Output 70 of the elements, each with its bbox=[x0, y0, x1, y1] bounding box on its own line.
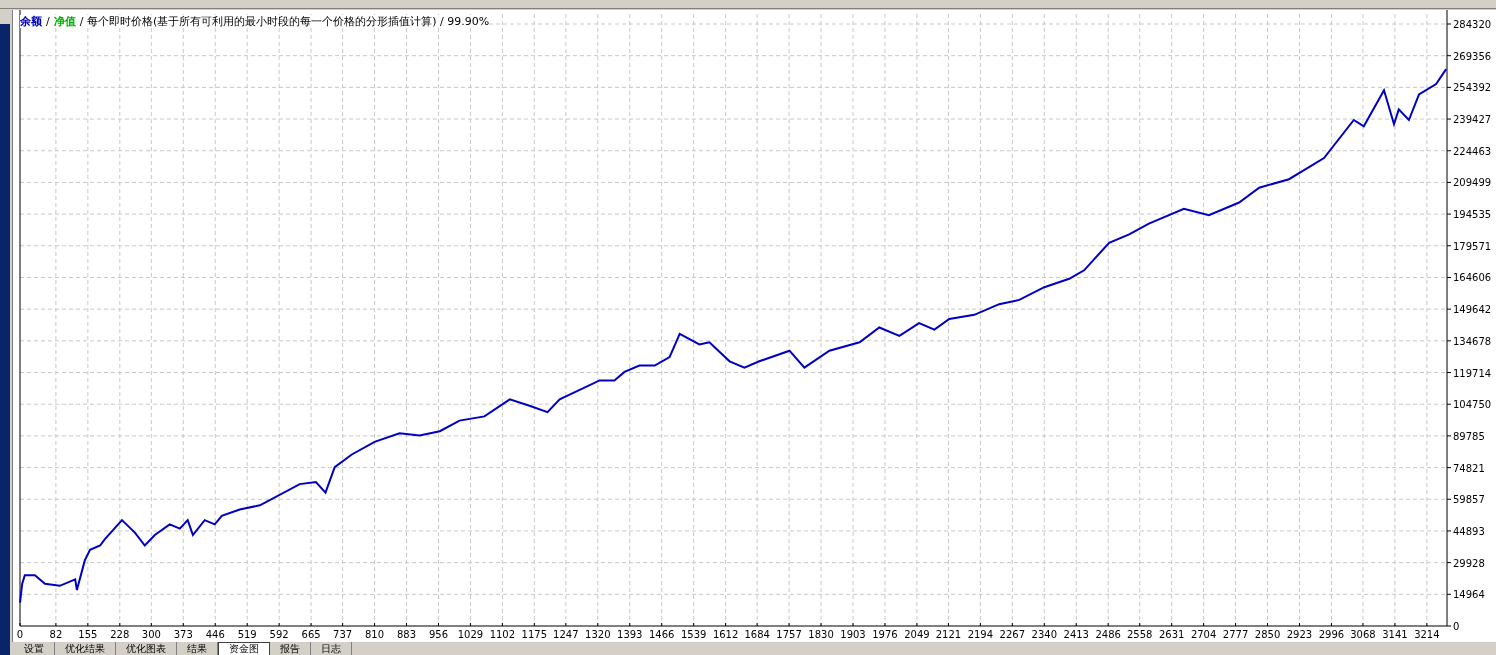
y-axis-label: 74821 bbox=[1453, 462, 1485, 474]
x-axis-label: 2777 bbox=[1222, 629, 1249, 640]
x-axis-label: 1320 bbox=[585, 629, 611, 640]
y-axis-label: 59857 bbox=[1453, 494, 1485, 506]
x-axis-label: 2267 bbox=[999, 629, 1026, 640]
x-axis-label: 2631 bbox=[1158, 629, 1185, 640]
x-axis-label: 737 bbox=[333, 629, 353, 640]
x-axis-label: 2486 bbox=[1095, 629, 1121, 640]
x-axis-label: 0 bbox=[16, 629, 24, 640]
y-axis-label: 224463 bbox=[1453, 145, 1492, 157]
x-axis-label: 2049 bbox=[904, 629, 930, 640]
y-axis-label: 104750 bbox=[1453, 399, 1492, 411]
y-axis-label: 119714 bbox=[1453, 367, 1492, 379]
y-axis-label: 254392 bbox=[1453, 82, 1492, 94]
x-axis-label: 1830 bbox=[808, 629, 834, 640]
x-axis-label: 519 bbox=[237, 629, 257, 640]
x-axis-label: 155 bbox=[78, 629, 98, 640]
y-axis-label: 0 bbox=[1453, 621, 1460, 632]
x-axis-label: 2996 bbox=[1318, 629, 1345, 640]
y-axis-label: 29928 bbox=[1453, 557, 1485, 569]
y-axis-label: 149642 bbox=[1453, 304, 1492, 316]
x-axis-label: 1539 bbox=[680, 629, 707, 640]
x-axis-label: 2558 bbox=[1127, 629, 1153, 640]
x-axis-label: 300 bbox=[141, 629, 161, 640]
legend-text: / 每个即时价格(基于所有可利用的最小时段的每一个价格的分形插值计算) / 99.90% bbox=[79, 15, 490, 28]
x-axis-label: 1976 bbox=[872, 629, 898, 640]
x-axis-label: 1175 bbox=[521, 629, 548, 640]
x-axis-label: 2704 bbox=[1190, 629, 1217, 640]
y-axis-label: 239427 bbox=[1453, 114, 1492, 126]
x-axis-label: 1102 bbox=[489, 629, 516, 640]
x-axis-label: 1612 bbox=[712, 629, 739, 640]
y-axis-label: 209499 bbox=[1453, 177, 1492, 189]
x-axis-label: 956 bbox=[428, 629, 448, 640]
x-axis-label: 1247 bbox=[553, 629, 579, 640]
x-axis-label: 2413 bbox=[1063, 629, 1089, 640]
x-axis-label: 2121 bbox=[935, 629, 962, 640]
x-axis-label: 665 bbox=[301, 629, 321, 640]
y-axis-label: 89785 bbox=[1453, 430, 1485, 442]
x-axis-label: 446 bbox=[205, 629, 225, 640]
x-axis-label: 373 bbox=[173, 629, 193, 640]
x-axis-label: 82 bbox=[49, 629, 63, 640]
x-axis-label: 1903 bbox=[840, 629, 866, 640]
y-axis-label: 164606 bbox=[1453, 272, 1492, 284]
tab[interactable]: 资金图 bbox=[218, 642, 270, 655]
y-axis-label: 134678 bbox=[1453, 335, 1492, 347]
x-axis-label: 1466 bbox=[649, 629, 675, 640]
x-axis-label: 3068 bbox=[1350, 629, 1376, 640]
x-axis-label: 2340 bbox=[1031, 629, 1057, 640]
y-axis-label: 179571 bbox=[1453, 240, 1492, 252]
x-axis-label: 592 bbox=[269, 629, 289, 640]
x-axis-label: 1757 bbox=[776, 629, 802, 640]
x-axis-label: 1029 bbox=[457, 629, 484, 640]
y-axis-label: 44893 bbox=[1453, 525, 1485, 537]
x-axis-label: 2194 bbox=[967, 629, 994, 640]
y-axis-label: 284320 bbox=[1453, 19, 1492, 30]
legend-text: 净值 bbox=[53, 15, 76, 28]
x-axis-label: 3141 bbox=[1382, 629, 1408, 640]
x-axis-label: 1684 bbox=[744, 629, 770, 640]
legend-text: / bbox=[46, 15, 50, 28]
y-axis-label: 194535 bbox=[1453, 209, 1492, 221]
y-axis-label: 14964 bbox=[1453, 589, 1485, 601]
x-axis-label: 2850 bbox=[1254, 629, 1281, 640]
x-axis-label: 810 bbox=[365, 629, 385, 640]
y-axis-label: 269356 bbox=[1453, 50, 1492, 62]
x-axis-label: 883 bbox=[396, 629, 417, 640]
x-axis-label: 228 bbox=[110, 629, 130, 640]
x-axis-label: 3214 bbox=[1414, 629, 1440, 640]
x-axis-label: 1393 bbox=[617, 629, 643, 640]
x-axis-label: 2923 bbox=[1286, 629, 1313, 640]
legend-label: 余额 bbox=[20, 15, 42, 28]
